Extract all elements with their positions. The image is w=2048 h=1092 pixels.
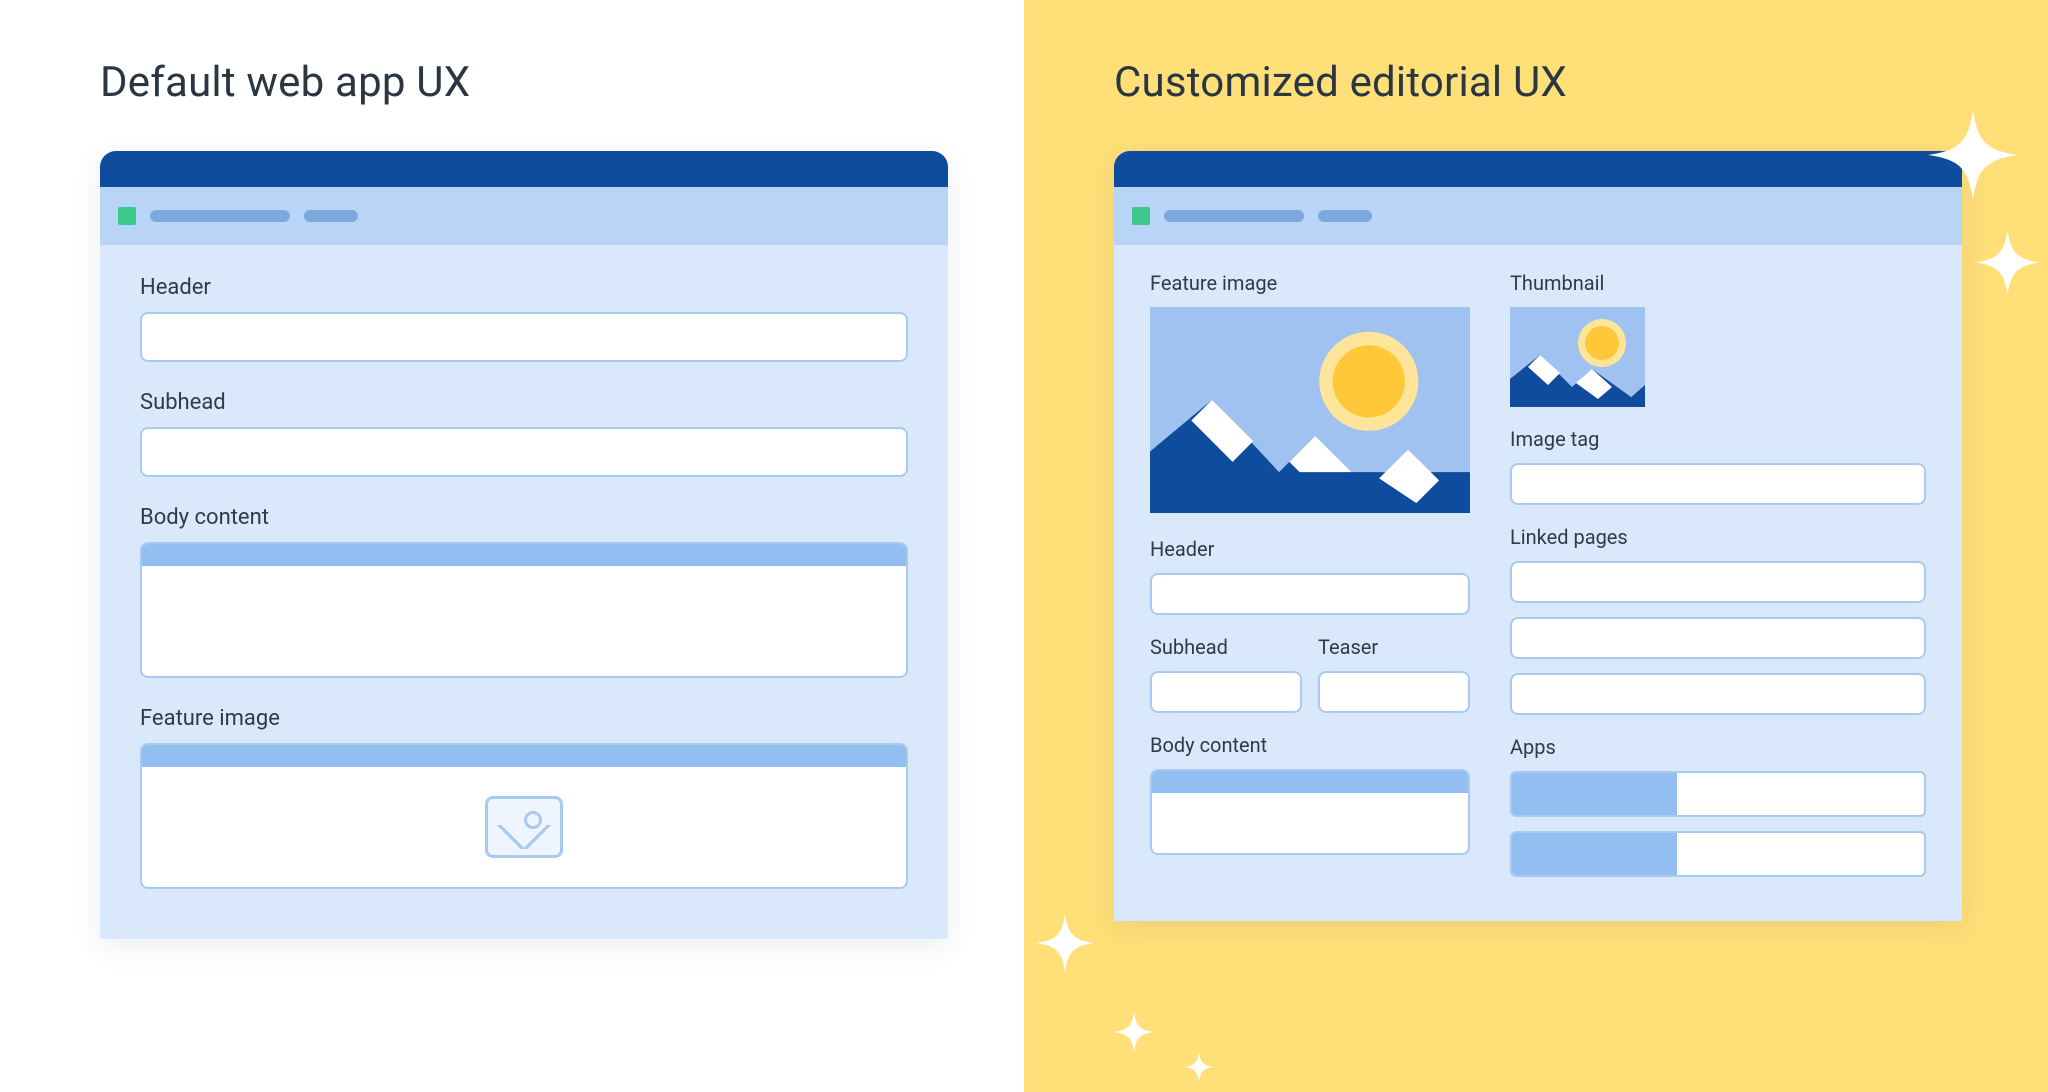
window-body: Feature image: [1114, 245, 1962, 921]
window-titlebar: [1114, 151, 1962, 187]
main-column: Feature image: [1150, 271, 1470, 877]
sparkle-icon: [1036, 914, 1094, 972]
label-feature-image: Feature image: [140, 706, 908, 731]
app-square-icon: [118, 207, 136, 225]
thumbnail-preview[interactable]: [1510, 307, 1645, 407]
panel-title-customized: Customized editorial UX: [1114, 58, 1962, 107]
label-thumbnail: Thumbnail: [1510, 271, 1926, 295]
default-ux-panel: Default web app UX Header Subhead Body c…: [0, 0, 1024, 1092]
panel-title-default: Default web app UX: [100, 58, 948, 107]
sparkle-icon: [1184, 1052, 1214, 1082]
sparkle-icon: [1928, 110, 2018, 200]
rich-editor-toolbar: [1152, 771, 1468, 793]
field-group-apps: Apps: [1510, 735, 1926, 877]
input-image-tag[interactable]: [1510, 463, 1926, 505]
input-feature-image[interactable]: [140, 743, 908, 889]
customized-ux-panel: Customized editorial UX Feature image: [1024, 0, 2048, 1092]
window-toolbar: [1114, 187, 1962, 245]
image-field-toolbar: [142, 745, 906, 767]
label-header: Header: [140, 275, 908, 300]
input-body-content[interactable]: [140, 542, 908, 678]
feature-image-preview[interactable]: [1150, 307, 1470, 513]
label-feature-image: Feature image: [1150, 271, 1470, 295]
customized-window: Feature image: [1114, 151, 1962, 921]
side-column: Thumbnail Image tag: [1510, 271, 1926, 877]
label-image-tag: Image tag: [1510, 427, 1926, 451]
sparkle-icon: [1114, 1012, 1154, 1052]
input-body-content[interactable]: [1150, 769, 1470, 855]
label-body: Body content: [1150, 733, 1470, 757]
input-header[interactable]: [1150, 573, 1470, 615]
sparkle-icon: [1975, 230, 2040, 295]
input-subhead[interactable]: [140, 427, 908, 477]
label-header: Header: [1150, 537, 1470, 561]
window-body: Header Subhead Body content Feature imag…: [100, 245, 948, 939]
app-toggle[interactable]: [1510, 831, 1926, 877]
field-group-body: Body content: [140, 505, 908, 678]
field-group-header: Header: [1150, 537, 1470, 615]
input-teaser[interactable]: [1318, 671, 1470, 713]
rich-editor-toolbar: [142, 544, 906, 566]
toolbar-placeholder-short: [304, 210, 358, 222]
image-placeholder-icon: [485, 796, 563, 858]
label-subhead: Subhead: [140, 390, 908, 415]
app-square-icon: [1132, 207, 1150, 225]
label-apps: Apps: [1510, 735, 1926, 759]
input-subhead[interactable]: [1150, 671, 1302, 713]
toolbar-placeholder-long: [1164, 210, 1304, 222]
toolbar-placeholder-long: [150, 210, 290, 222]
field-group-header: Header: [140, 275, 908, 362]
window-toolbar: [100, 187, 948, 245]
label-body: Body content: [140, 505, 908, 530]
field-group-linked-pages: Linked pages: [1510, 525, 1926, 715]
input-linked-page[interactable]: [1510, 673, 1926, 715]
toolbar-placeholder-short: [1318, 210, 1372, 222]
default-window: Header Subhead Body content Feature imag…: [100, 151, 948, 939]
field-group-body: Body content: [1150, 733, 1470, 855]
field-row-subhead-teaser: Subhead Teaser: [1150, 635, 1470, 713]
label-linked-pages: Linked pages: [1510, 525, 1926, 549]
input-linked-page[interactable]: [1510, 617, 1926, 659]
label-teaser: Teaser: [1318, 635, 1470, 659]
input-linked-page[interactable]: [1510, 561, 1926, 603]
field-group-image-tag: Image tag: [1510, 427, 1926, 505]
label-subhead: Subhead: [1150, 635, 1302, 659]
input-header[interactable]: [140, 312, 908, 362]
field-group-feature-image: Feature image: [1150, 271, 1470, 537]
field-group-thumbnail: Thumbnail: [1510, 271, 1926, 427]
app-toggle[interactable]: [1510, 771, 1926, 817]
window-titlebar: [100, 151, 948, 187]
field-group-feature-image: Feature image: [140, 706, 908, 889]
field-group-subhead: Subhead: [140, 390, 908, 477]
